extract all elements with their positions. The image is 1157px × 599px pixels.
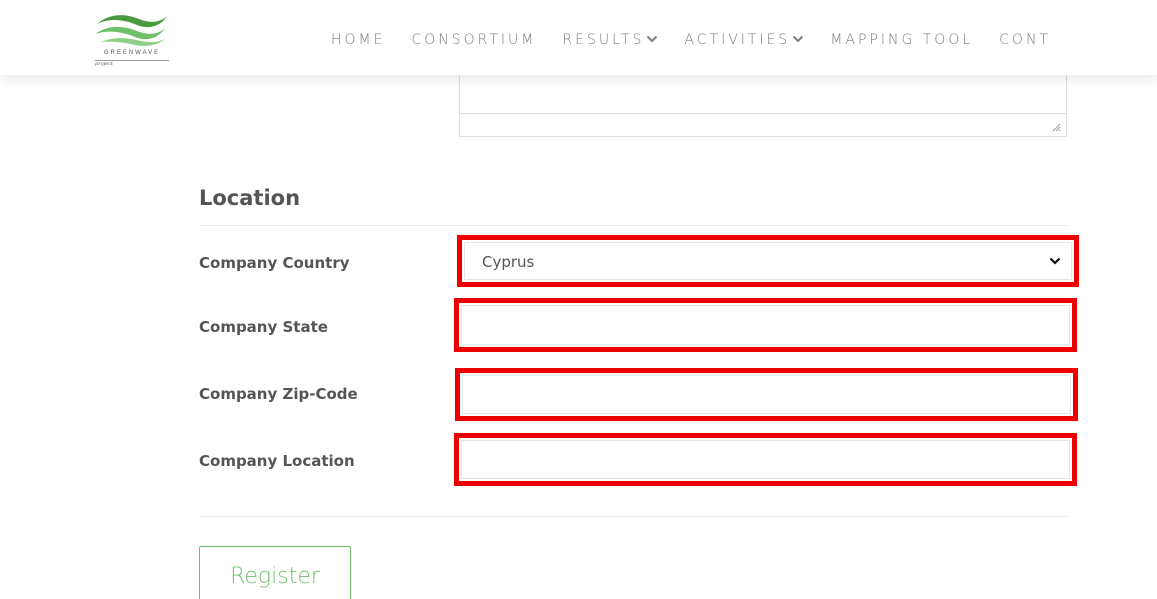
- nav-home-label: HOME: [331, 32, 386, 48]
- register-button[interactable]: Register: [199, 546, 351, 599]
- nav-activities-label: ACTIVITIES: [684, 32, 791, 48]
- greenwave-logo[interactable]: GREENWAVE project: [93, 10, 171, 67]
- company-zip-code-input[interactable]: [462, 375, 1071, 414]
- company-location-highlight: [454, 433, 1077, 486]
- company-state-highlight: [454, 298, 1077, 352]
- company-location-input[interactable]: [461, 440, 1070, 479]
- company-country-value: Cyprus: [482, 253, 535, 271]
- logo-waves-icon: [95, 15, 167, 46]
- nav-consortium[interactable]: CONSORTIUM: [411, 30, 536, 50]
- company-state-label: Company State: [199, 318, 328, 336]
- location-section-title: Location: [199, 186, 301, 210]
- site-header: GREENWAVE project HOME CONSORTIUM RESULTS A…: [0, 0, 1157, 75]
- nav-activities[interactable]: ACTIVITIES: [684, 30, 804, 50]
- nav-results-label: RESULTS: [562, 32, 645, 48]
- description-textarea[interactable]: [459, 68, 1067, 137]
- company-location-label: Company Location: [199, 452, 355, 470]
- nav-results[interactable]: RESULTS: [562, 30, 658, 50]
- company-zip-code-label: Company Zip-Code: [199, 385, 358, 403]
- company-country-select[interactable]: Cyprus: [464, 242, 1072, 280]
- nav-mapping-tool-label: MAPPING TOOL: [830, 32, 974, 48]
- company-state-input[interactable]: [461, 305, 1070, 345]
- main-nav: HOME CONSORTIUM RESULTS ACTIVITIES MAPPING T…: [331, 30, 1077, 50]
- nav-mapping-tool[interactable]: MAPPING TOOL: [830, 30, 973, 50]
- chevron-down-icon: [793, 35, 804, 42]
- chevron-down-icon: [647, 35, 658, 42]
- chevron-down-icon: [1049, 257, 1061, 265]
- resize-grip-icon[interactable]: [1052, 123, 1061, 132]
- logo-subtext: project: [95, 61, 113, 67]
- nav-contact[interactable]: CONT: [999, 30, 1051, 50]
- textarea-divider: [460, 113, 1066, 114]
- company-zip-code-highlight: [455, 368, 1078, 421]
- nav-home[interactable]: HOME: [331, 30, 385, 50]
- logo-text: GREENWAVE: [103, 50, 161, 56]
- company-country-highlight: Cyprus: [457, 235, 1079, 287]
- nav-consortium-label: CONSORTIUM: [411, 32, 537, 48]
- section-divider: [199, 225, 1068, 226]
- company-country-label: Company Country: [199, 254, 350, 272]
- form-divider: [199, 516, 1068, 517]
- nav-contact-label: CONT: [999, 32, 1051, 48]
